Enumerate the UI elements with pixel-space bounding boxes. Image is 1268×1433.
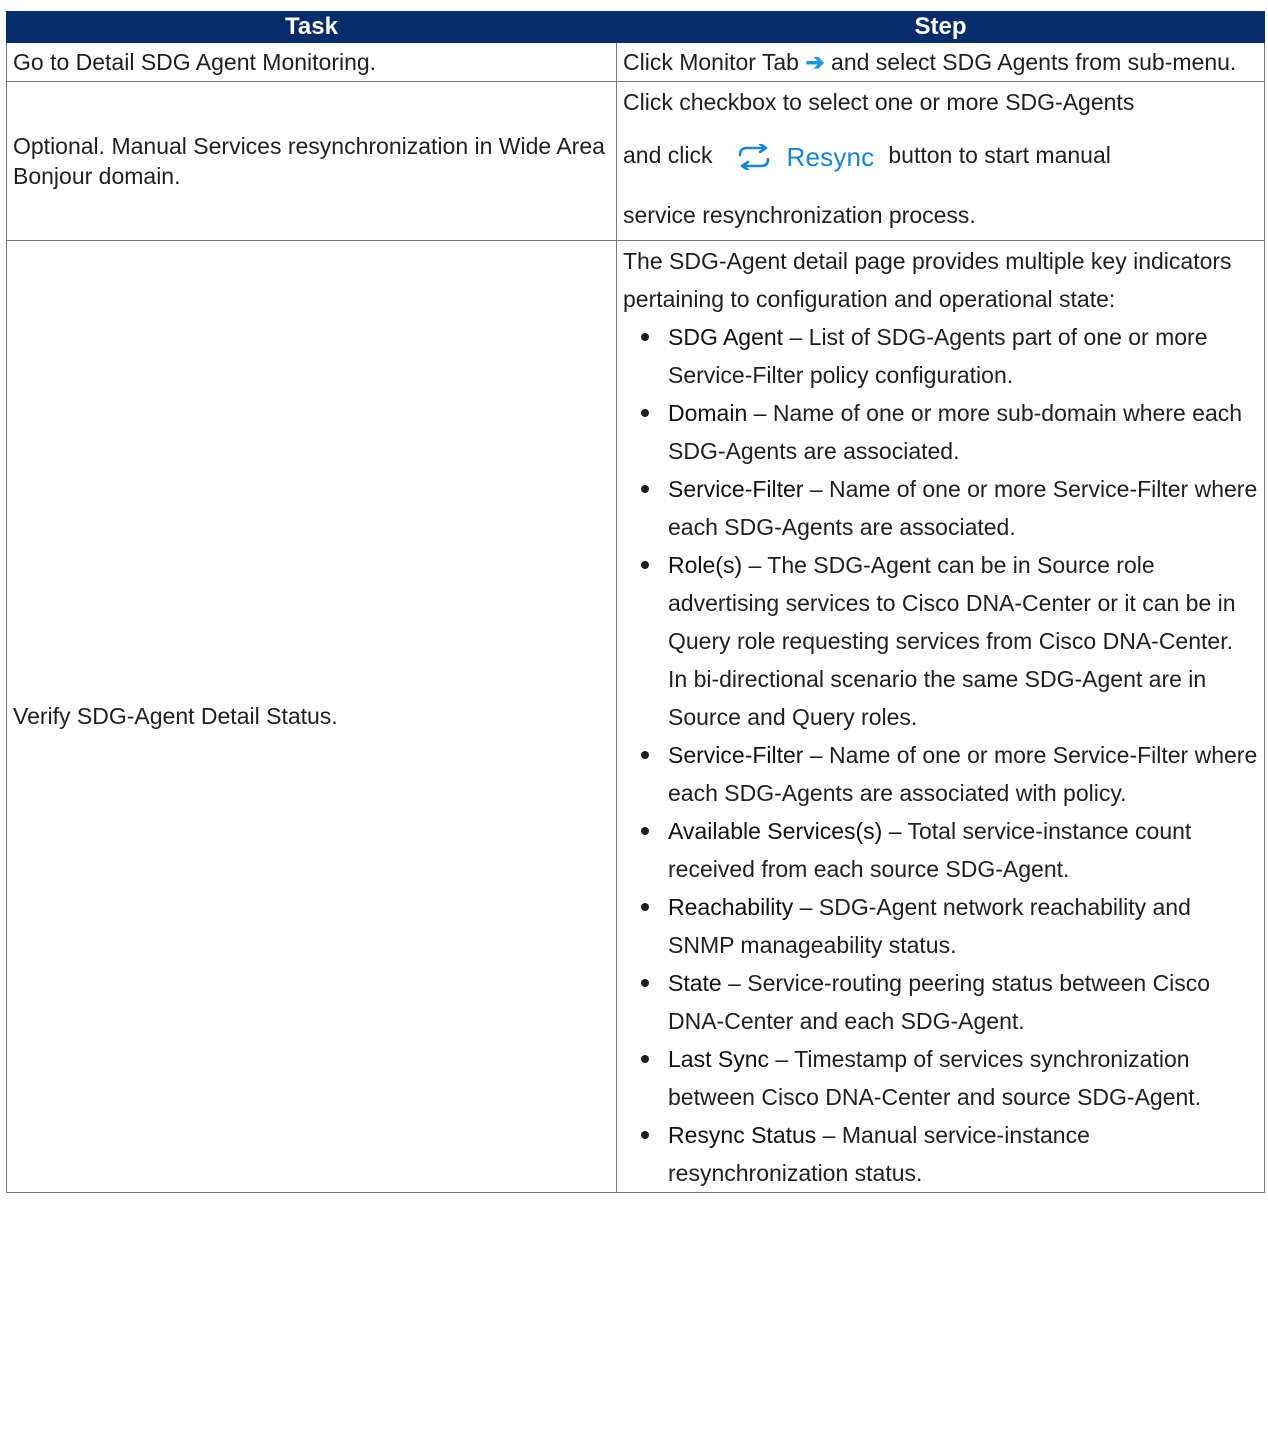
indicator-term: Service-Filter [668, 475, 804, 502]
step-intro: The SDG-Agent detail page provides multi… [623, 247, 1232, 312]
indicator-term: State [668, 969, 722, 996]
indicator-description: – Service-routing peering status between… [668, 969, 1211, 1034]
indicator-term: Service-Filter [668, 741, 804, 768]
indicator-list: SDG Agent – List of SDG-Agents part of o… [623, 318, 1258, 1192]
list-item: Available Services(s) – Total service-in… [641, 812, 1258, 888]
indicator-term: Last Sync [668, 1045, 769, 1072]
task-cell: Verify SDG-Agent Detail Status. [6, 239, 617, 1193]
step-cell: Click Monitor Tab ➔ and select SDG Agent… [616, 42, 1265, 82]
indicator-term: Reachability [668, 893, 794, 920]
step-column-header: Step [616, 11, 1265, 43]
list-item: Reachability – SDG-Agent network reachab… [641, 888, 1258, 964]
step-line: Click checkbox to select one or more SDG… [623, 89, 1135, 115]
resync-arrows-icon [739, 143, 770, 170]
clipped-text-strip [0, 0, 1268, 11]
task-column-header: Task [6, 11, 617, 43]
task-cell: Go to Detail SDG Agent Monitoring. [6, 42, 617, 82]
procedure-table: Task Step Go to Detail SDG Agent Monitor… [6, 11, 1265, 1193]
list-item: SDG Agent – List of SDG-Agents part of o… [641, 318, 1258, 394]
list-item: Domain – Name of one or more sub-domain … [641, 394, 1258, 470]
step-line: service resynchronization process. [623, 201, 976, 228]
step-cell: The SDG-Agent detail page provides multi… [616, 239, 1265, 1193]
resync-button-label: Resync [786, 141, 875, 172]
indicator-term: Domain [668, 399, 748, 426]
task-cell: Optional. Manual Services resynchronizat… [6, 81, 617, 241]
indicator-description: – The SDG-Agent can be in Source role ad… [668, 551, 1236, 730]
list-item: Service-Filter – Name of one or more Ser… [641, 470, 1258, 546]
list-item: State – Service-routing peering status b… [641, 964, 1258, 1040]
list-item: Resync Status – Manual service-instance … [641, 1116, 1258, 1192]
table-header-row: Task Step [6, 11, 1265, 43]
step-cell: Click checkbox to select one or more SDG… [616, 81, 1265, 241]
arrow-right-icon: ➔ [805, 49, 825, 75]
list-item: Last Sync – Timestamp of services synchr… [641, 1040, 1258, 1116]
indicator-term: Available Services(s) [668, 817, 883, 844]
step-text: button to start manual [888, 142, 1111, 168]
step-line: and click Resync button to start manual [623, 122, 1258, 190]
step-text: and click [623, 142, 713, 168]
table-row: Verify SDG-Agent Detail Status. The SDG-… [6, 239, 1265, 1193]
indicator-term: Resync Status [668, 1121, 817, 1148]
step-text: and select SDG Agents from sub-menu. [831, 49, 1237, 75]
list-item: Service-Filter – Name of one or more Ser… [641, 736, 1258, 812]
resync-button[interactable]: Resync [736, 124, 874, 190]
list-item: Role(s) – The SDG-Agent can be in Source… [641, 546, 1258, 736]
indicator-term: SDG Agent [668, 323, 784, 350]
step-text: Click Monitor Tab [623, 49, 799, 75]
indicator-description: – Name of one or more sub-domain where e… [668, 399, 1243, 464]
table-row: Go to Detail SDG Agent Monitoring. Click… [6, 42, 1265, 82]
table-row: Optional. Manual Services resynchronizat… [6, 81, 1265, 241]
indicator-term: Role(s) [668, 551, 743, 578]
